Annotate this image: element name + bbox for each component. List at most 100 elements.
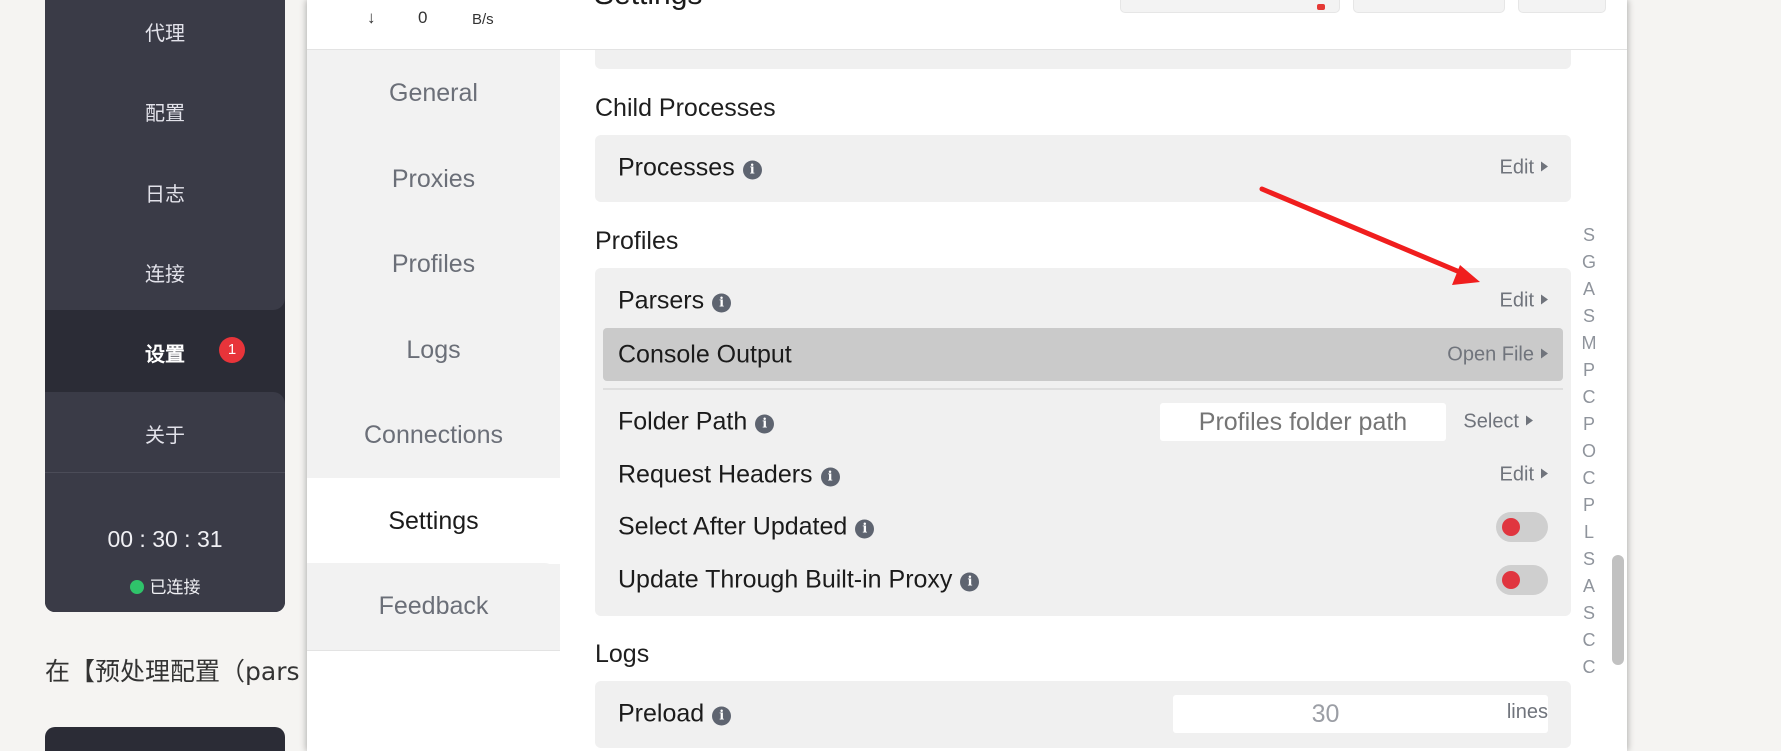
row-folder-path: Folder Pathi Select bbox=[595, 397, 1571, 447]
connection-status-text: 已连接 bbox=[149, 578, 201, 598]
nav-general[interactable]: General bbox=[307, 50, 560, 136]
download-arrow-icon: ↓ bbox=[367, 8, 376, 27]
article-text: 在【预处理配置（pars bbox=[45, 657, 300, 686]
info-icon[interactable]: i bbox=[820, 467, 840, 487]
section-index-letter[interactable]: O bbox=[1581, 438, 1597, 465]
parsers-edit-button[interactable]: Edit bbox=[1500, 290, 1548, 313]
update-through-proxy-label: Update Through Built-in Proxy i bbox=[618, 566, 980, 595]
background-app-sidebar: 代理 配置 日志 连接 设置 1 关于 00 : 30 : 31 已连接 bbox=[45, 0, 285, 612]
section-index[interactable]: SGASMPCPOCPLSASCC bbox=[1581, 222, 1597, 681]
sidebar-item-config[interactable]: 配置 bbox=[45, 97, 285, 126]
info-icon[interactable]: i bbox=[755, 414, 775, 434]
page-title: Settings bbox=[594, 0, 702, 12]
row-update-through-proxy: Update Through Built-in Proxy i bbox=[595, 555, 1571, 605]
section-title-profiles: Profiles bbox=[595, 227, 679, 255]
section-index-letter[interactable]: P bbox=[1581, 357, 1597, 384]
section-index-letter[interactable]: A bbox=[1581, 573, 1597, 600]
settings-badge: 1 bbox=[219, 337, 245, 363]
sidebar-divider bbox=[45, 472, 285, 473]
nav-connections[interactable]: Connections bbox=[307, 392, 560, 478]
nav-settings[interactable]: Settings bbox=[307, 478, 560, 564]
card-child-processes: Processes i Edit bbox=[595, 135, 1571, 202]
header-button-3[interactable] bbox=[1518, 0, 1606, 13]
caret-right-icon bbox=[1541, 348, 1548, 358]
preload-lines-input[interactable] bbox=[1173, 695, 1548, 733]
caret-right-icon bbox=[1541, 161, 1548, 172]
section-index-letter[interactable]: G bbox=[1581, 249, 1597, 276]
info-icon[interactable]: i bbox=[712, 706, 732, 726]
section-index-letter[interactable]: C bbox=[1581, 627, 1597, 654]
settings-content: Child Processes Processes i Edit Profiles… bbox=[560, 50, 1627, 751]
console-output-label: Console Output bbox=[618, 340, 792, 368]
scrollbar-thumb[interactable] bbox=[1612, 555, 1624, 665]
console-output-open-file-button[interactable]: Open File bbox=[1447, 343, 1548, 366]
preload-label: Preload i bbox=[618, 700, 732, 729]
row-parsers: Parsers i Edit bbox=[595, 276, 1571, 326]
sidebar-item-about[interactable]: 关于 bbox=[45, 419, 285, 448]
sidebar-item-proxy[interactable]: 代理 bbox=[45, 17, 285, 46]
section-index-letter[interactable]: C bbox=[1581, 384, 1597, 411]
section-index-letter[interactable]: A bbox=[1581, 276, 1597, 303]
nav-logs[interactable]: Logs bbox=[307, 307, 560, 393]
section-index-letter[interactable]: S bbox=[1581, 546, 1597, 573]
folder-path-input[interactable] bbox=[1160, 403, 1446, 441]
section-index-letter[interactable]: C bbox=[1581, 654, 1597, 681]
request-headers-edit-button[interactable]: Edit bbox=[1500, 464, 1548, 487]
speed-value: 0 bbox=[418, 8, 428, 27]
uptime-timer: 00 : 30 : 31 bbox=[107, 526, 223, 552]
update-through-proxy-toggle[interactable] bbox=[1496, 565, 1548, 595]
nav-bottom-area bbox=[307, 650, 560, 751]
caret-right-icon bbox=[1526, 415, 1533, 426]
speed-indicator: ↓ 0 B/s bbox=[307, 0, 560, 50]
section-title-logs: Logs bbox=[595, 640, 650, 668]
toggle-knob bbox=[1502, 518, 1520, 536]
processes-edit-button[interactable]: Edit bbox=[1500, 157, 1548, 180]
sidebar-item-connections[interactable]: 连接 bbox=[45, 258, 285, 287]
caret-right-icon bbox=[1541, 468, 1548, 479]
previous-card-fragment bbox=[595, 50, 1571, 69]
nav-profiles[interactable]: Profiles bbox=[307, 221, 560, 307]
request-headers-label: Request Headers i bbox=[618, 461, 840, 490]
header-button-red-mark bbox=[1317, 4, 1325, 10]
status-dot-icon bbox=[129, 580, 144, 594]
nav-proxies[interactable]: Proxies bbox=[307, 136, 560, 222]
nav-feedback[interactable]: Feedback bbox=[307, 563, 560, 649]
section-index-letter[interactable]: P bbox=[1581, 492, 1597, 519]
info-icon[interactable]: i bbox=[960, 572, 980, 592]
section-index-letter[interactable]: S bbox=[1581, 303, 1597, 330]
section-index-letter[interactable]: S bbox=[1581, 222, 1597, 249]
info-icon[interactable]: i bbox=[742, 160, 762, 180]
section-index-letter[interactable]: L bbox=[1581, 519, 1597, 546]
preload-unit: lines bbox=[1506, 701, 1548, 723]
section-title-child-processes: Child Processes bbox=[595, 94, 776, 122]
speed-unit: B/s bbox=[472, 11, 494, 28]
folder-path-label: Folder Path i bbox=[618, 408, 775, 437]
section-index-letter[interactable]: P bbox=[1581, 411, 1597, 438]
card-profiles: Parsers i Edit Console Output Open File F… bbox=[595, 268, 1571, 616]
sidebar-item-settings[interactable]: 设置 bbox=[45, 338, 285, 367]
folder-path-select-button[interactable]: Select bbox=[1463, 411, 1533, 434]
connection-status: 已连接 bbox=[45, 573, 285, 598]
article-image-fragment bbox=[45, 727, 285, 751]
row-divider bbox=[603, 388, 1563, 390]
row-console-output[interactable]: Console Output Open File bbox=[603, 328, 1563, 381]
settings-nav: ↓ 0 B/s General Proxies Profiles Logs Co… bbox=[307, 0, 560, 751]
row-processes: Processes i Edit bbox=[595, 143, 1571, 193]
info-icon[interactable]: i bbox=[855, 519, 875, 539]
section-index-letter[interactable]: C bbox=[1581, 465, 1597, 492]
card-logs: Preloadi lines bbox=[595, 681, 1571, 748]
header-button-2[interactable] bbox=[1353, 0, 1505, 13]
settings-window: ↓ 0 B/s General Proxies Profiles Logs Co… bbox=[307, 0, 1627, 751]
select-after-updated-toggle[interactable] bbox=[1496, 512, 1548, 542]
header-button-1[interactable] bbox=[1120, 0, 1340, 13]
section-index-letter[interactable]: M bbox=[1581, 330, 1597, 357]
sidebar-item-logs[interactable]: 日志 bbox=[45, 178, 285, 207]
settings-header: Settings bbox=[560, 0, 1627, 50]
parsers-label: Parsers i bbox=[618, 287, 732, 316]
info-icon[interactable]: i bbox=[712, 293, 732, 313]
row-request-headers: Request Headers i Edit bbox=[595, 450, 1571, 500]
row-select-after-updated: Select After Updated i bbox=[595, 502, 1571, 552]
processes-label: Processes i bbox=[618, 154, 762, 183]
row-preload: Preloadi lines bbox=[595, 689, 1571, 739]
section-index-letter[interactable]: S bbox=[1581, 600, 1597, 627]
